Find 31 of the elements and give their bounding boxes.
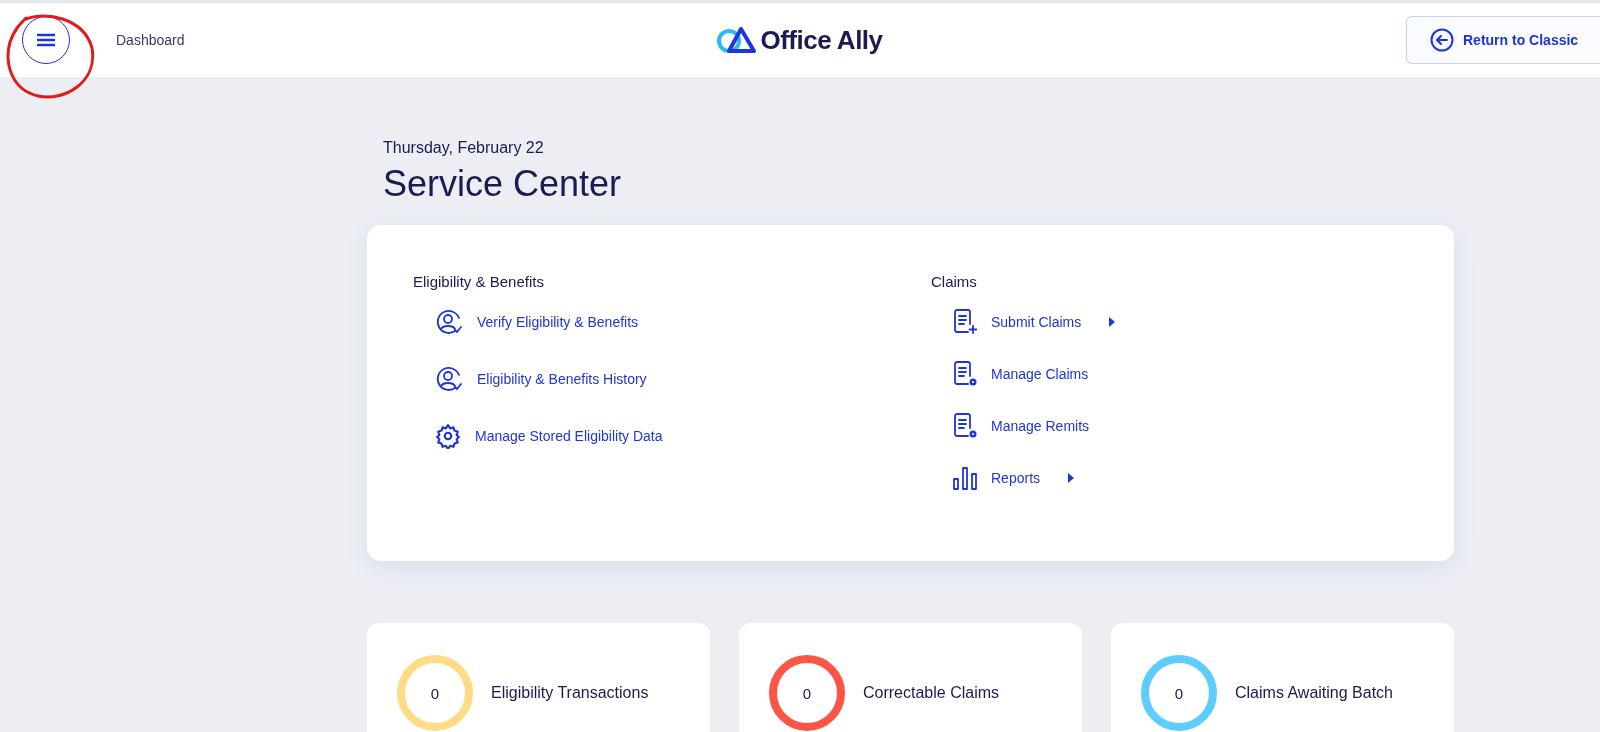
- count-ring: 0: [769, 655, 845, 731]
- service-link[interactable]: Submit Claims: [953, 308, 1408, 336]
- section-heading: Eligibility & Benefits: [413, 273, 545, 290]
- user-check-icon: [435, 308, 463, 336]
- bar-chart-icon: [953, 466, 977, 490]
- service-link[interactable]: Manage Remits: [953, 412, 1408, 440]
- logo-text: Office Ally: [760, 24, 883, 56]
- breadcrumb[interactable]: Dashboard: [116, 32, 185, 48]
- stat-label: Claims Awaiting Batch: [1235, 683, 1393, 703]
- menu-button[interactable]: [22, 16, 70, 64]
- section-heading: Claims: [931, 273, 978, 290]
- logo-icon: [717, 26, 758, 54]
- return-to-classic-button[interactable]: Return to Classic: [1406, 16, 1600, 64]
- document-gear-icon: [953, 413, 977, 439]
- stat-label: Eligibility Transactions: [491, 683, 649, 703]
- service-link[interactable]: Eligibility & Benefits History: [435, 365, 931, 393]
- service-link[interactable]: Manage Claims: [953, 360, 1408, 388]
- arrow-left-circle-icon: [1430, 28, 1454, 52]
- service-link[interactable]: Manage Stored Eligibility Data: [435, 422, 931, 450]
- count-ring: 0: [397, 655, 473, 731]
- stat-label: Correctable Claims: [863, 683, 1000, 703]
- page-title: Service Center: [383, 163, 623, 205]
- user-check-icon: [435, 365, 463, 393]
- document-gear-icon: [953, 361, 977, 387]
- service-link[interactable]: Verify Eligibility & Benefits: [435, 308, 931, 336]
- settings-icon: [435, 423, 461, 449]
- menu-icon: [37, 33, 55, 47]
- document-plus-icon: [953, 309, 977, 335]
- service-link[interactable]: Reports: [953, 464, 1408, 492]
- date-label: Thursday, February 22: [383, 139, 545, 157]
- count-ring: 0: [1141, 655, 1217, 731]
